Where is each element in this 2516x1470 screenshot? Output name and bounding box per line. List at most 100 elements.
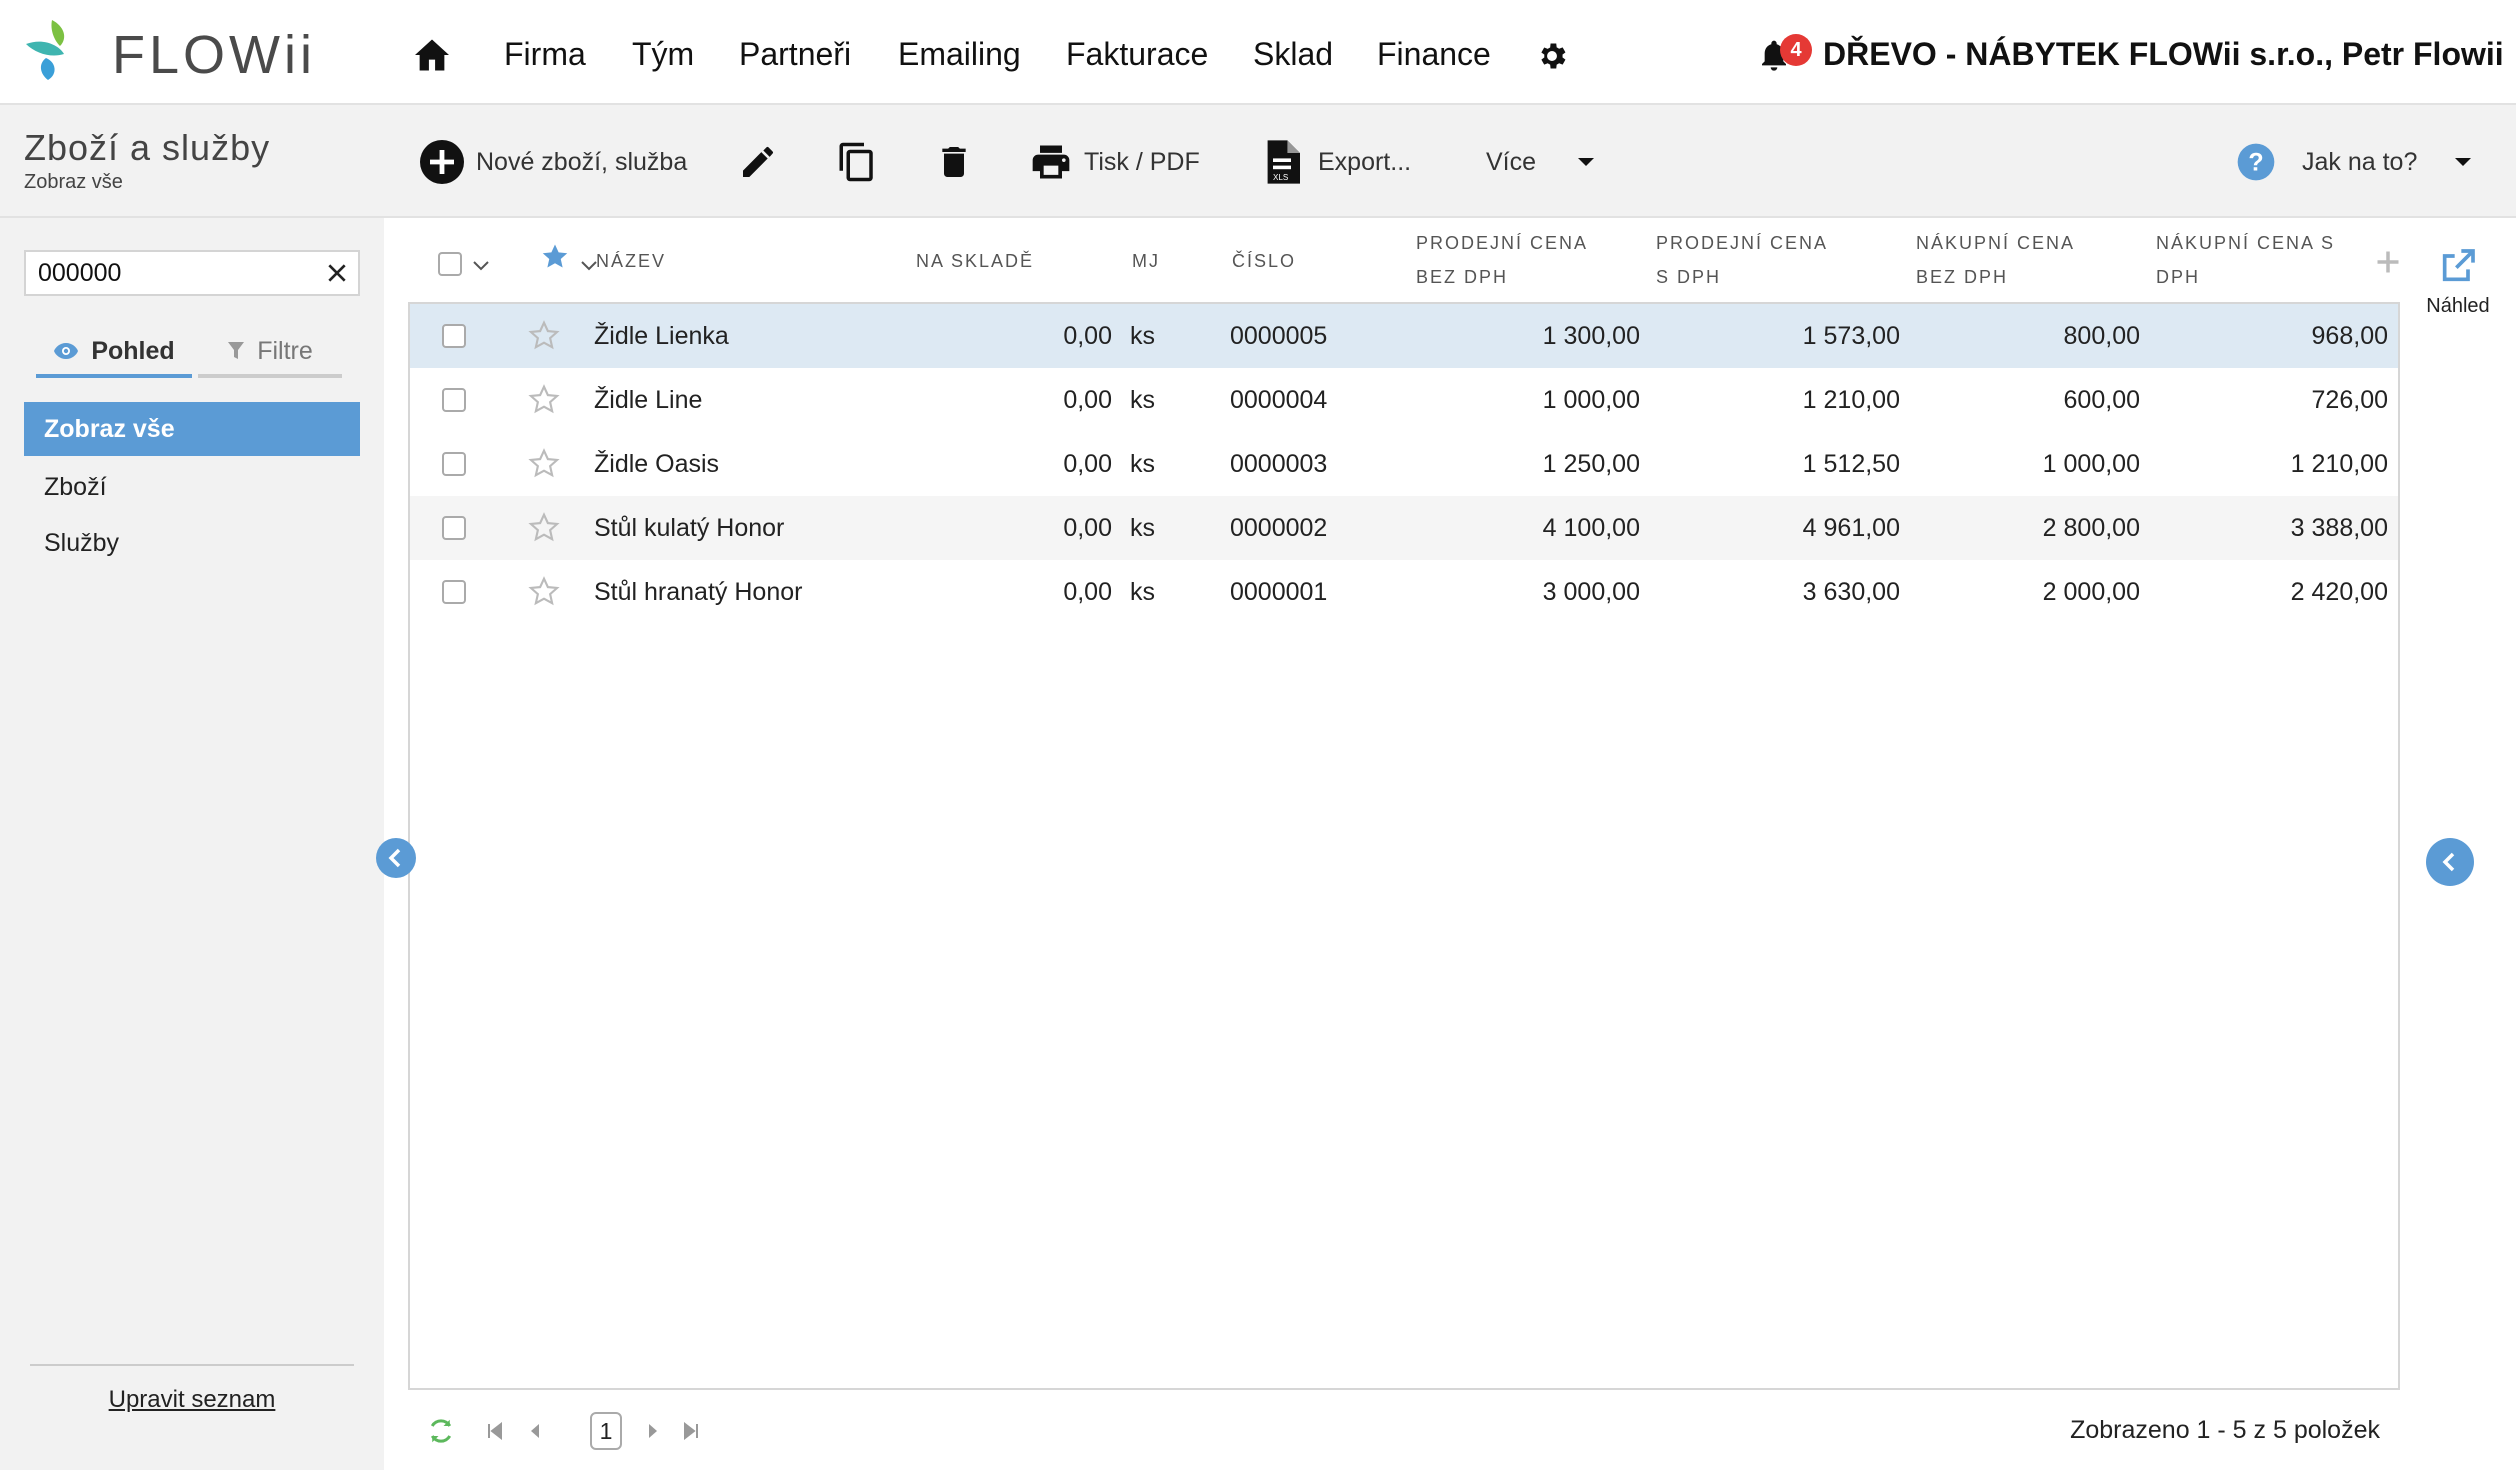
sidebar-item-goods[interactable]: Zboží — [24, 460, 360, 514]
pencil-icon — [743, 147, 773, 177]
col-buy-gross-line1: NÁKUPNÍ CENA S — [2156, 233, 2336, 253]
col-name-header[interactable]: NÁZEV — [596, 244, 666, 278]
prev-page-icon[interactable] — [528, 1422, 542, 1440]
cell-unit: ks — [1130, 578, 1155, 606]
cell-unit: ks — [1130, 450, 1155, 478]
cell-sale-net: 1 250,00 — [1542, 450, 1640, 478]
row-checkbox[interactable] — [442, 580, 466, 604]
nav-fakturace[interactable]: Fakturace — [1066, 36, 1208, 73]
col-number-header[interactable]: ČÍSLO — [1232, 244, 1296, 278]
cell-stock: 0,00 — [1063, 514, 1112, 542]
sidebar-item-services[interactable]: Služby — [24, 516, 360, 570]
col-buy-gross-header[interactable]: NÁKUPNÍ CENA S DPH — [2156, 226, 2335, 294]
help-icon: ? — [2237, 143, 2275, 181]
cell-sale-net: 1 300,00 — [1542, 322, 1640, 350]
edit-list-link[interactable]: Upravit seznam — [0, 1386, 384, 1414]
col-stock-header[interactable]: NA SKLADĚ — [916, 244, 1034, 278]
notification-badge: 4 — [1780, 34, 1812, 66]
flowii-logo[interactable]: FLOWii — [24, 18, 312, 85]
search-input[interactable] — [26, 252, 296, 294]
cell-sale-gross: 4 961,00 — [1802, 514, 1900, 542]
nav-sklad[interactable]: Sklad — [1253, 36, 1333, 73]
table-row[interactable]: Židle Oasis 0,00 ks 0000003 1 250,00 1 5… — [410, 432, 2398, 496]
table-row[interactable]: Židle Lienka 0,00 ks 0000005 1 300,00 1 … — [410, 304, 2398, 368]
tab-filter-label: Filtre — [257, 336, 313, 365]
edit-button[interactable] — [738, 137, 778, 187]
home-icon[interactable] — [413, 38, 451, 72]
collapse-sidebar-button[interactable] — [376, 838, 416, 878]
cell-buy-net: 2 000,00 — [2042, 578, 2140, 606]
nav-emailing[interactable]: Emailing — [898, 36, 1021, 73]
star-icon[interactable] — [528, 384, 560, 416]
caret-down-icon — [1578, 158, 1595, 166]
star-icon[interactable] — [528, 448, 560, 480]
add-column-icon[interactable] — [2374, 248, 2402, 276]
grid-body: Židle Lienka 0,00 ks 0000005 1 300,00 1 … — [408, 302, 2400, 1390]
page-subtitle: Zobraz vše — [24, 171, 123, 193]
gear-icon[interactable] — [1535, 39, 1569, 73]
delete-button[interactable] — [934, 137, 974, 187]
plus-circle-icon — [420, 140, 464, 184]
chevron-down-icon[interactable] — [472, 260, 490, 272]
sidebar-divider — [30, 1364, 354, 1366]
tab-filter[interactable]: Filtre — [198, 328, 342, 378]
sidebar-item-all[interactable]: Zobraz vše — [24, 402, 360, 456]
items-grid: NÁZEV NA SKLADĚ MJ ČÍSLO PRODEJNÍ CENA B… — [384, 218, 2400, 1470]
cell-sale-gross: 1 210,00 — [1802, 386, 1900, 414]
star-icon[interactable] — [528, 576, 560, 608]
cell-stock: 0,00 — [1063, 322, 1112, 350]
external-link-icon — [2442, 249, 2475, 282]
cell-sale-net: 1 000,00 — [1542, 386, 1640, 414]
cell-stock: 0,00 — [1063, 386, 1112, 414]
last-page-icon[interactable] — [682, 1422, 700, 1440]
nav-partneri[interactable]: Partneři — [739, 36, 851, 73]
nav-finance[interactable]: Finance — [1377, 36, 1491, 73]
cell-buy-gross: 968,00 — [2311, 322, 2388, 350]
row-checkbox[interactable] — [442, 452, 466, 476]
star-icon[interactable] — [540, 242, 570, 272]
first-page-icon[interactable] — [486, 1422, 504, 1440]
col-sale-gross-header[interactable]: PRODEJNÍ CENA S DPH — [1656, 226, 1828, 294]
cell-buy-net: 600,00 — [2063, 386, 2140, 414]
print-pdf-button[interactable]: Tisk / PDF — [1028, 137, 1200, 187]
cell-buy-net: 1 000,00 — [2042, 450, 2140, 478]
row-checkbox[interactable] — [442, 516, 466, 540]
cell-buy-gross: 1 210,00 — [2290, 450, 2388, 478]
col-sale-gross-line1: PRODEJNÍ CENA — [1656, 233, 1829, 253]
tab-view[interactable]: Pohled — [36, 328, 192, 378]
star-icon[interactable] — [528, 512, 560, 544]
col-buy-gross-line2: DPH — [2156, 267, 2201, 287]
col-buy-net-header[interactable]: NÁKUPNÍ CENA BEZ DPH — [1916, 226, 2075, 294]
new-item-button[interactable]: Nové zboží, služba — [418, 137, 687, 187]
company-user-menu[interactable]: DŘEVO - NÁBYTEK FLOWii s.r.o., Petr Flow… — [1823, 36, 2504, 73]
current-page[interactable]: 1 — [590, 1412, 622, 1450]
print-pdf-label: Tisk / PDF — [1084, 147, 1200, 176]
col-unit-header[interactable]: MJ — [1132, 244, 1160, 278]
table-row[interactable]: Stůl hranatý Honor 0,00 ks 0000001 3 000… — [410, 560, 2398, 624]
copy-icon — [839, 142, 873, 182]
star-icon[interactable] — [528, 320, 560, 352]
next-page-icon[interactable] — [646, 1422, 660, 1440]
export-button[interactable]: XLS Export... — [1264, 137, 1411, 187]
copy-button[interactable] — [836, 137, 878, 187]
col-buy-net-line1: NÁKUPNÍ CENA — [1916, 233, 2076, 253]
cell-unit: ks — [1130, 322, 1155, 350]
col-sale-net-header[interactable]: PRODEJNÍ CENA BEZ DPH — [1416, 226, 1588, 294]
row-checkbox[interactable] — [442, 324, 466, 348]
close-icon[interactable] — [326, 262, 348, 284]
cell-buy-net: 800,00 — [2063, 322, 2140, 350]
help-dropdown[interactable]: ? Jak na to? — [2236, 137, 2473, 187]
col-sale-net-line1: PRODEJNÍ CENA — [1416, 233, 1589, 253]
refresh-icon[interactable] — [424, 1416, 458, 1446]
table-row[interactable]: Stůl kulatý Honor 0,00 ks 0000002 4 100,… — [410, 496, 2398, 560]
more-dropdown[interactable]: Více — [1486, 137, 1596, 187]
row-checkbox[interactable] — [442, 388, 466, 412]
nav-firma[interactable]: Firma — [504, 36, 586, 73]
preview-button[interactable]: Náhled — [2400, 246, 2516, 318]
select-all-checkbox[interactable] — [438, 252, 462, 276]
table-row[interactable]: Židle Line 0,00 ks 0000004 1 000,00 1 21… — [410, 368, 2398, 432]
collapse-detail-button[interactable] — [2426, 838, 2474, 886]
sidebar: Pohled Filtre Zobraz vše Zboží Služby Up… — [0, 218, 384, 1470]
nav-tym[interactable]: Tým — [632, 36, 694, 73]
help-label: Jak na to? — [2302, 147, 2418, 176]
